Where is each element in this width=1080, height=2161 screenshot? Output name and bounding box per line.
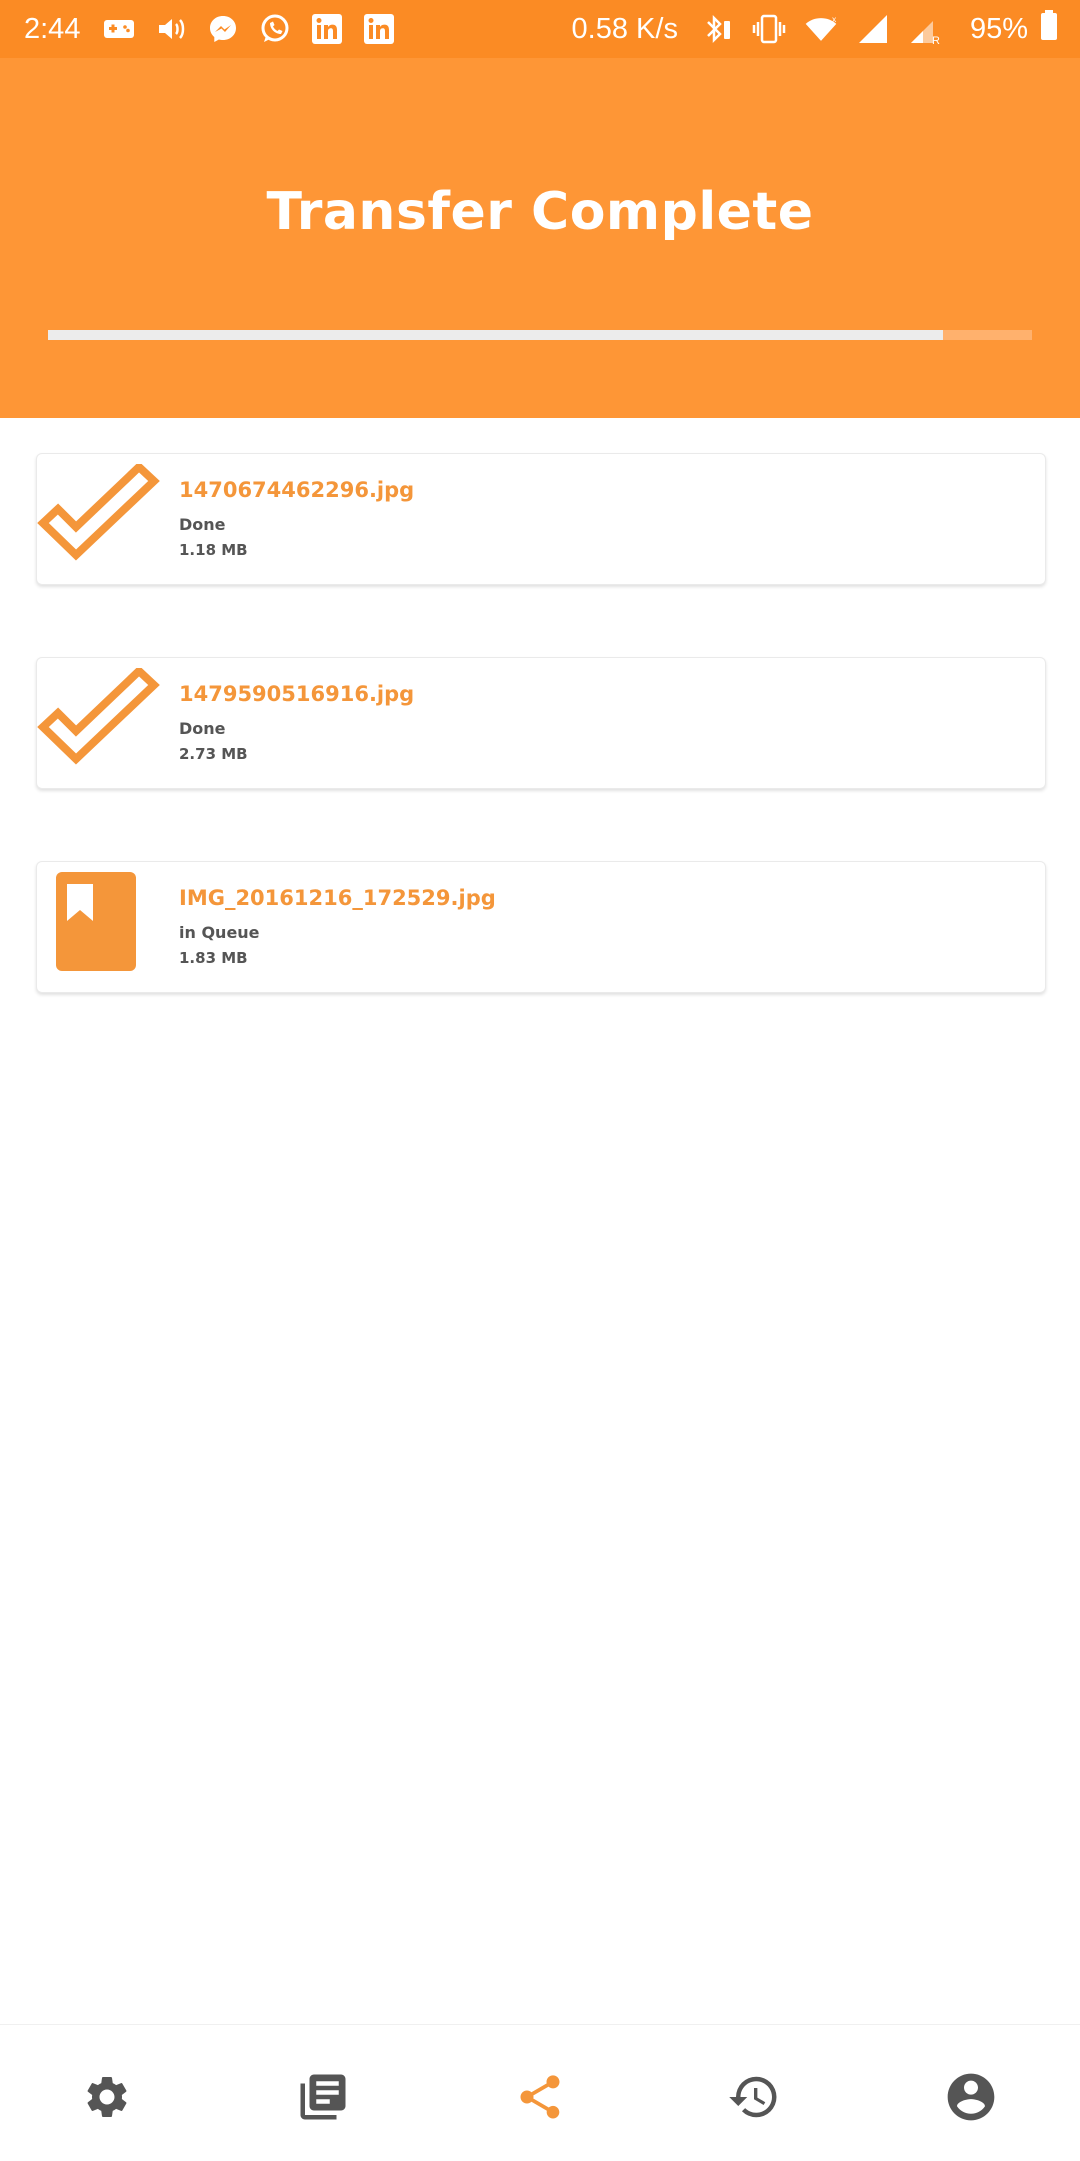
status-time: 2:44: [24, 12, 81, 45]
vibrate-icon: [752, 12, 786, 46]
transfer-item[interactable]: IMG_20161216_172529.jpg in Queue 1.83 MB: [36, 861, 1046, 993]
file-size: 1.83 MB: [179, 949, 248, 967]
nav-history[interactable]: [724, 2069, 784, 2129]
status-bar: 2:44 0.58 K/s x R 95%: [0, 0, 1080, 58]
account-icon: [943, 2069, 999, 2129]
file-status: Done: [179, 719, 226, 738]
history-icon: [727, 2070, 781, 2128]
battery-icon: [1040, 10, 1058, 48]
file-status: in Queue: [179, 923, 260, 942]
transfer-header: Transfer Complete: [0, 58, 1080, 418]
linkedin-icon: [310, 12, 344, 46]
checkmark-icon: [37, 461, 161, 574]
linkedin-icon: [362, 12, 396, 46]
file-name: IMG_20161216_172529.jpg: [179, 886, 496, 910]
bottom-navigation: [0, 2024, 1080, 2161]
checkmark-icon: [37, 665, 161, 778]
transfer-progress-bar: [48, 330, 1032, 340]
file-size: 1.18 MB: [179, 541, 248, 559]
file-name: 1479590516916.jpg: [179, 682, 415, 706]
share-icon: [514, 2071, 566, 2127]
status-right: 0.58 K/s x R 95%: [572, 10, 1058, 48]
transfer-progress-fill: [48, 330, 944, 340]
signal-roaming-icon: R: [908, 12, 942, 46]
page-title: Transfer Complete: [266, 182, 814, 242]
wifi-icon: x: [804, 12, 838, 46]
library-icon: [296, 2070, 350, 2128]
svg-text:x: x: [832, 14, 837, 24]
transfer-item[interactable]: 1470674462296.jpg Done 1.18 MB: [36, 453, 1046, 585]
svg-text:R: R: [932, 35, 940, 45]
bluetooth-icon: [700, 12, 734, 46]
bookmark-file-icon: [37, 872, 161, 982]
nav-account[interactable]: [941, 2069, 1001, 2129]
settings-icon: [82, 2072, 132, 2126]
whatsapp-icon: [258, 12, 292, 46]
game-icon: [102, 12, 136, 46]
messenger-icon: [206, 12, 240, 46]
file-status: Done: [179, 515, 226, 534]
network-speed: 0.58 K/s: [571, 12, 678, 45]
signal-icon: [856, 12, 890, 46]
battery-percent: 95%: [969, 12, 1028, 45]
transfer-item[interactable]: 1479590516916.jpg Done 2.73 MB: [36, 657, 1046, 789]
file-name: 1470674462296.jpg: [179, 478, 415, 502]
nav-settings[interactable]: [77, 2069, 137, 2129]
file-size: 2.73 MB: [179, 745, 248, 763]
nav-share[interactable]: [510, 2069, 570, 2129]
nav-library[interactable]: [293, 2069, 353, 2129]
volume-icon: [154, 12, 188, 46]
